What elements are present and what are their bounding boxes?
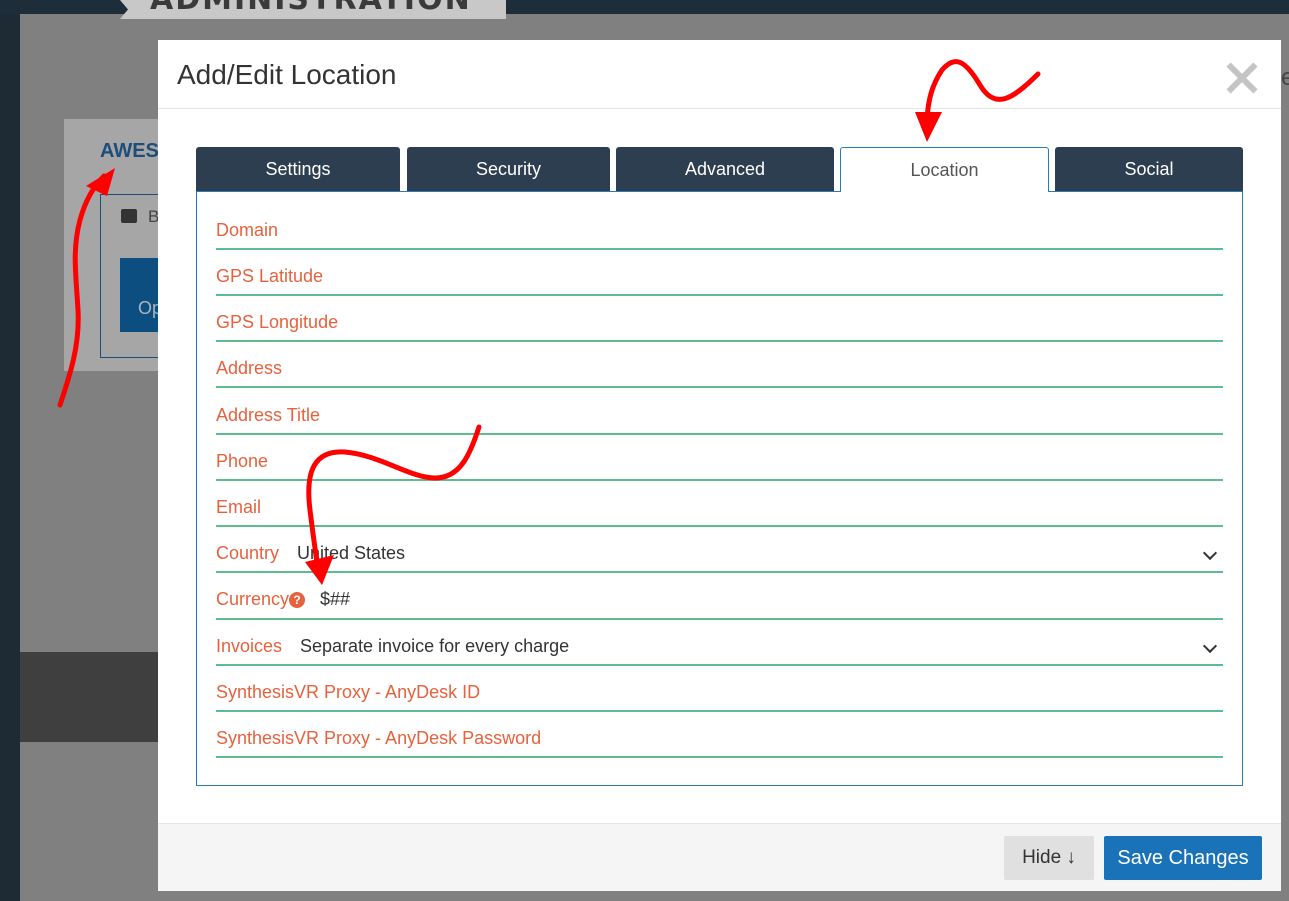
currency-value: $## — [320, 589, 351, 609]
anydesk-password-label: SynthesisVR Proxy - AnyDesk Password — [216, 728, 542, 748]
invoices-label: Invoices — [216, 636, 283, 656]
currency-label: Currency — [216, 589, 290, 609]
gps-latitude-field[interactable]: GPS Latitude — [216, 250, 1223, 296]
domain-field[interactable]: Domain — [216, 204, 1223, 250]
save-changes-button[interactable]: Save Changes — [1104, 836, 1262, 880]
tab-advanced[interactable]: Advanced — [616, 147, 834, 191]
background-left-sidebar — [0, 14, 20, 901]
gps-longitude-label: GPS Longitude — [216, 312, 339, 332]
close-icon[interactable] — [1222, 58, 1262, 98]
chevron-down-icon — [1202, 638, 1218, 654]
address-field[interactable]: Address — [216, 342, 1223, 388]
invoices-select[interactable]: Invoices Separate invoice for every char… — [216, 620, 1223, 666]
anydesk-id-label: SynthesisVR Proxy - AnyDesk ID — [216, 682, 481, 702]
phone-label: Phone — [216, 451, 269, 471]
tab-social[interactable]: Social — [1055, 147, 1243, 191]
location-tab-panel: Domain GPS Latitude GPS Longitude Addres… — [196, 191, 1243, 786]
country-select[interactable]: Country United States — [216, 527, 1223, 573]
tab-settings[interactable]: Settings — [196, 147, 400, 191]
country-value: United States — [297, 543, 406, 563]
background-admin-header: ADMINISTRATION — [120, 0, 506, 19]
briefcase-icon — [121, 209, 137, 223]
modal-header: Add/Edit Location — [158, 40, 1281, 109]
tab-security[interactable]: Security — [407, 147, 610, 191]
background-edge-text: e — [1281, 64, 1289, 91]
address-title-label: Address Title — [216, 405, 321, 425]
background-dark-panel — [20, 652, 160, 742]
email-field[interactable]: Email — [216, 481, 1223, 527]
anydesk-id-field[interactable]: SynthesisVR Proxy - AnyDesk ID — [216, 666, 1223, 712]
domain-label: Domain — [216, 220, 279, 240]
gps-latitude-label: GPS Latitude — [216, 266, 324, 286]
hide-button[interactable]: Hide ↓ — [1004, 836, 1094, 880]
phone-field[interactable]: Phone — [216, 435, 1223, 481]
gps-longitude-field[interactable]: GPS Longitude — [216, 296, 1223, 342]
background-card-title: AWES — [100, 140, 159, 162]
email-label: Email — [216, 497, 262, 517]
anydesk-password-field[interactable]: SynthesisVR Proxy - AnyDesk Password — [216, 712, 1223, 758]
address-title-field[interactable]: Address Title — [216, 389, 1223, 435]
invoices-value: Separate invoice for every charge — [300, 636, 570, 656]
modal-title: Add/Edit Location — [177, 59, 397, 90]
question-circle-icon[interactable]: ? — [289, 592, 305, 608]
currency-field[interactable]: Currency ? $## — [216, 573, 1223, 620]
modal-footer: Hide ↓ Save Changes — [158, 823, 1281, 891]
background-admin-title: ADMINISTRATION — [150, 0, 472, 17]
add-edit-location-modal: Add/Edit Location Settings Security Adva… — [158, 40, 1281, 891]
address-label: Address — [216, 358, 283, 378]
tab-location[interactable]: Location — [840, 147, 1049, 192]
chevron-down-icon — [1202, 545, 1218, 561]
country-label: Country — [216, 543, 280, 563]
